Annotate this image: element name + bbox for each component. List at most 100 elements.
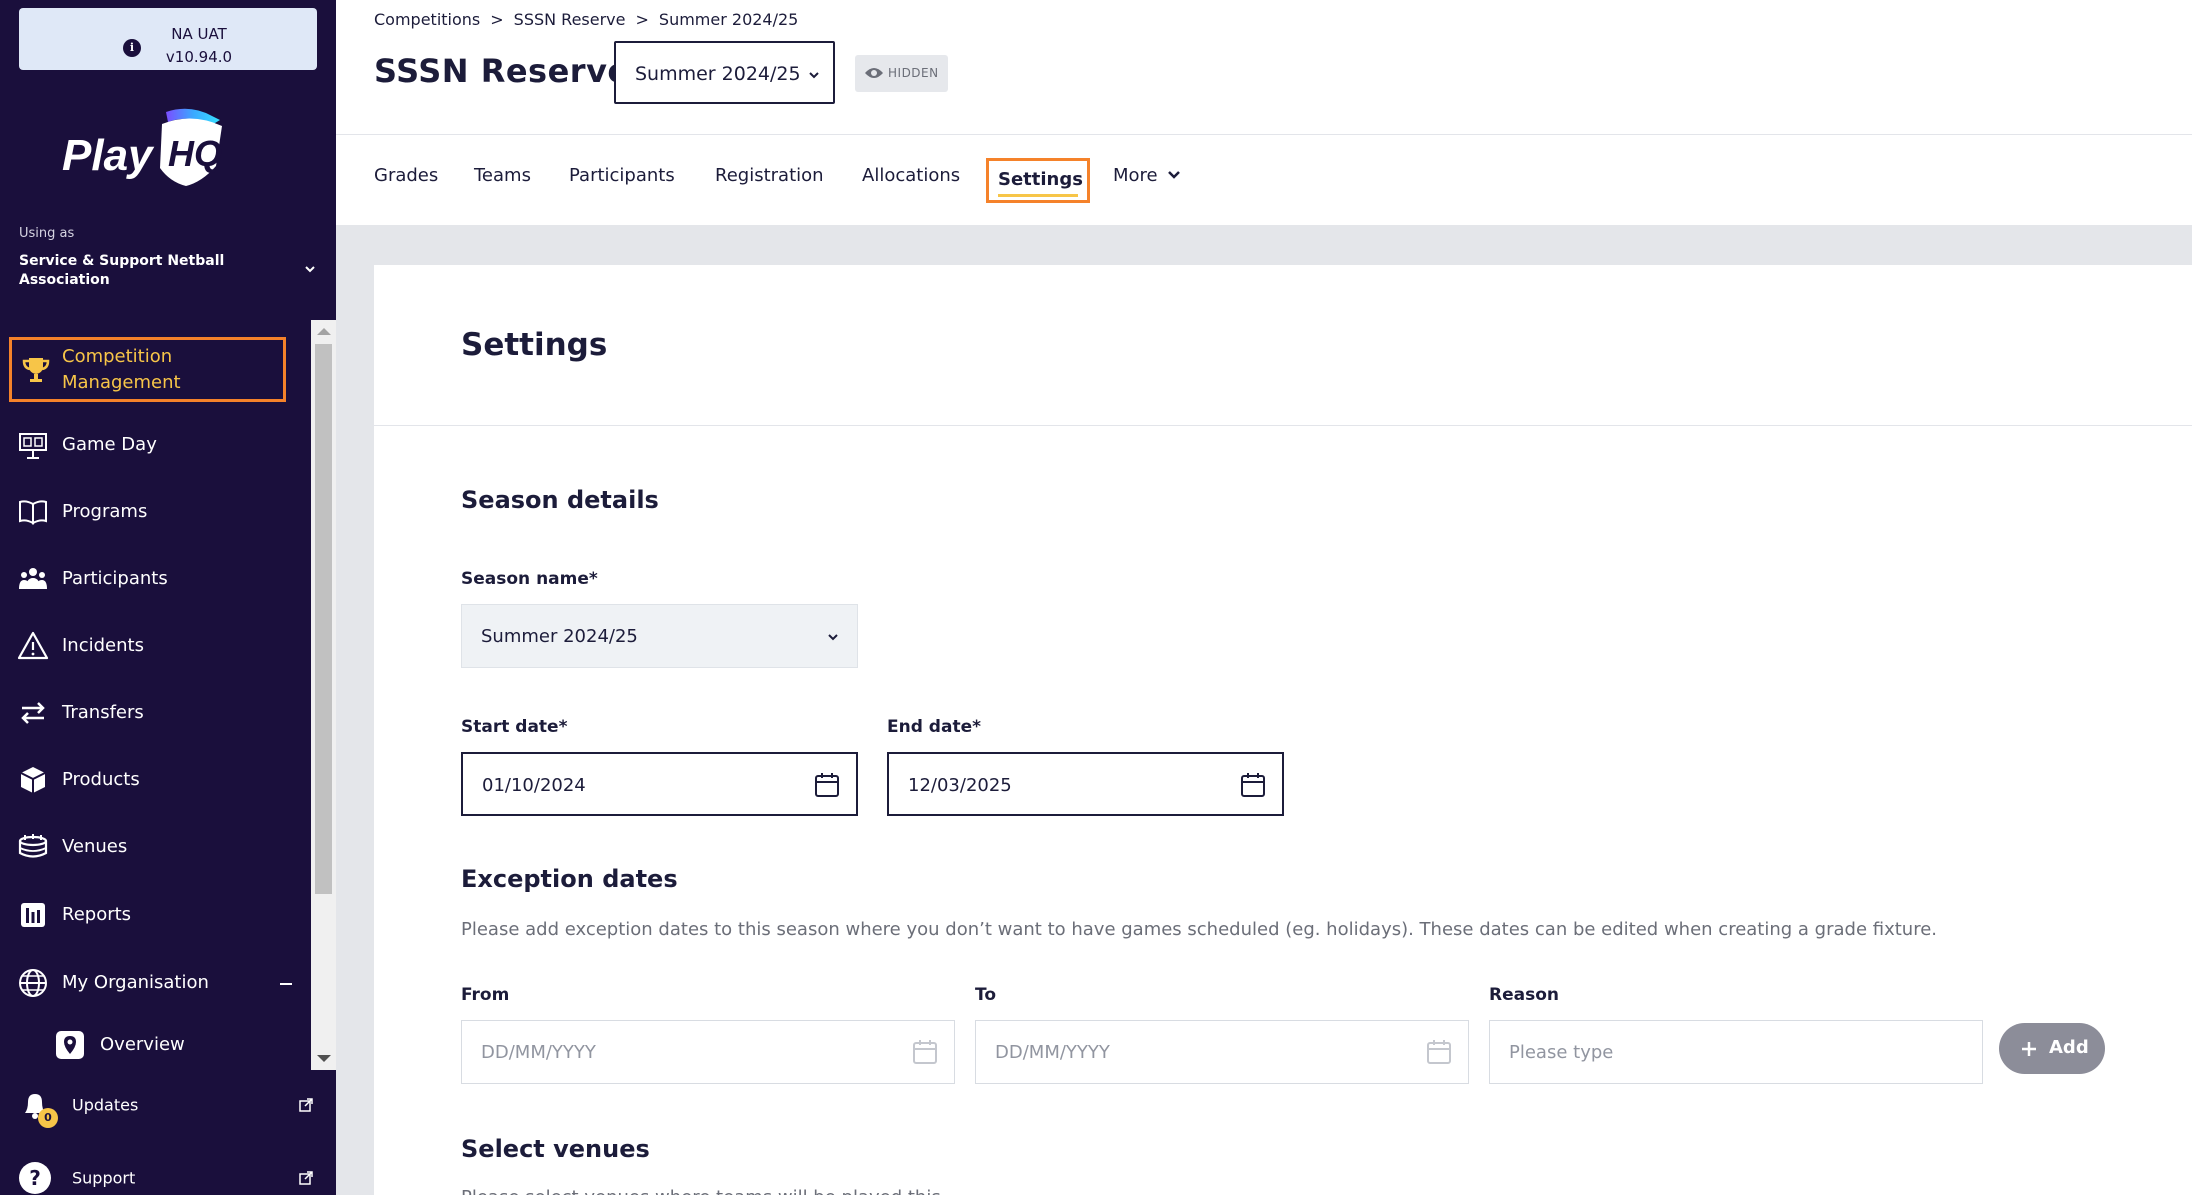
breadcrumb-competitions[interactable]: Competitions <box>374 10 480 29</box>
breadcrumb-season: Summer 2024/25 <box>658 10 799 29</box>
sidebar-item-label: Programs <box>62 501 148 522</box>
chevron-down-icon[interactable] <box>1166 169 1182 181</box>
sidebar-item-incidents[interactable]: Incidents <box>0 616 310 676</box>
visibility-badge-label: HIDDEN <box>888 66 939 80</box>
open-in-new-icon <box>299 1098 313 1112</box>
exception-dates-heading: Exception dates <box>461 865 678 893</box>
to-date-placeholder: DD/MM/YYYY <box>995 1042 1110 1063</box>
transfer-arrows-icon <box>21 702 45 724</box>
start-date-label: Start date* <box>461 717 568 737</box>
support-label: Support <box>72 1168 136 1188</box>
tab-more[interactable]: More <box>1113 165 1158 186</box>
sidebar-item-programs[interactable]: Programs <box>0 482 310 542</box>
exception-dates-description: Please add exception dates to this seaso… <box>461 919 1937 940</box>
sidebar-item-competition-management[interactable]: Competition Management <box>9 337 286 402</box>
sidebar-item-label: Participants <box>62 568 168 589</box>
add-exception-button[interactable]: Add <box>1999 1023 2105 1074</box>
trophy-icon <box>22 357 50 382</box>
organisation-name[interactable]: Service & Support Netball Association <box>19 252 269 290</box>
start-date-field[interactable]: 01/10/2024 <box>461 752 858 816</box>
end-date-field[interactable]: 12/03/2025 <box>887 752 1284 816</box>
chevron-down-icon <box>828 634 838 641</box>
from-date-placeholder: DD/MM/YYYY <box>481 1042 596 1063</box>
sidebar-item-label: Competition Management <box>62 345 181 393</box>
to-label: To <box>975 985 997 1005</box>
sidebar-item-label: Incidents <box>62 635 144 656</box>
tab-settings[interactable]: Settings <box>986 158 1090 203</box>
from-date-field[interactable]: DD/MM/YYYY <box>461 1020 955 1084</box>
sidebar-item-my-organisation[interactable]: My Organisation <box>0 953 310 1013</box>
environment-version: v10.94.0 <box>165 48 233 66</box>
warning-icon <box>17 631 49 660</box>
scroll-up-arrow-icon[interactable] <box>317 328 331 335</box>
tab-bar: Grades Teams Participants Registration A… <box>336 135 2192 225</box>
main-content: Competitions > SSSN Reserve > Summer 202… <box>336 0 2192 1195</box>
report-icon <box>21 903 45 927</box>
svg-text:?: ? <box>29 1166 41 1190</box>
tab-participants[interactable]: Participants <box>569 165 675 186</box>
calendar-icon[interactable] <box>813 771 841 799</box>
sidebar-item-transfers[interactable]: Transfers <box>0 683 310 743</box>
sidebar-item-label: Venues <box>62 836 128 857</box>
using-as-label: Using as <box>19 226 75 241</box>
breadcrumb-competition[interactable]: SSSN Reserve <box>514 10 626 29</box>
open-in-new-icon <box>299 1171 313 1185</box>
end-date-value: 12/03/2025 <box>908 775 1012 796</box>
season-details-heading: Season details <box>461 486 659 514</box>
tab-teams[interactable]: Teams <box>474 165 531 186</box>
season-selector[interactable]: Summer 2024/25 <box>614 41 835 104</box>
sidebar-item-overview[interactable]: Overview <box>0 1015 310 1075</box>
sidebar-item-participants[interactable]: Participants <box>0 549 310 609</box>
reason-input[interactable]: Please type <box>1489 1020 1983 1084</box>
scroll-down-arrow-icon[interactable] <box>317 1055 331 1062</box>
season-name-select[interactable]: Summer 2024/25 <box>461 604 858 668</box>
tab-allocations[interactable]: Allocations <box>862 165 960 186</box>
sidebar-item-reports[interactable]: Reports <box>0 885 310 945</box>
select-venues-description: Please select venues where teams will be… <box>461 1187 941 1195</box>
svg-text:Play: Play <box>62 131 155 180</box>
tab-registration[interactable]: Registration <box>715 165 824 186</box>
sidebar-item-support[interactable]: ? Support <box>0 1153 336 1195</box>
sidebar-item-label: Reports <box>62 904 132 925</box>
season-name-value: Summer 2024/25 <box>481 626 638 647</box>
season-selector-value: Summer 2024/25 <box>635 63 801 85</box>
eye-icon <box>865 68 883 78</box>
breadcrumb: Competitions > SSSN Reserve > Summer 202… <box>374 10 798 29</box>
sidebar-item-label: Overview <box>100 1034 185 1055</box>
reason-placeholder: Please type <box>1509 1042 1614 1063</box>
select-venues-heading: Select venues <box>461 1135 650 1163</box>
sidebar-item-products[interactable]: Products <box>0 750 310 810</box>
updates-count-badge: 0 <box>38 1108 58 1128</box>
sidebar-item-venues[interactable]: Venues <box>0 817 310 877</box>
end-date-label: End date* <box>887 717 981 737</box>
visibility-badge: HIDDEN <box>855 55 948 92</box>
season-name-label: Season name* <box>461 569 598 589</box>
breadcrumb-separator: > <box>635 10 649 29</box>
sidebar: i NA UAT v10.94.0 Play HQ Using as Servi… <box>0 0 336 1195</box>
chevron-down-icon[interactable] <box>303 262 317 276</box>
calendar-icon[interactable] <box>1239 771 1267 799</box>
tab-settings-label: Settings <box>998 169 1083 190</box>
collapse-icon[interactable] <box>280 983 292 985</box>
sidebar-item-label: Products <box>62 769 140 790</box>
sidebar-item-label: Game Day <box>62 434 157 455</box>
from-label: From <box>461 985 510 1005</box>
reason-label: Reason <box>1489 985 1559 1005</box>
page-title: SSSN Reserve <box>374 52 630 90</box>
info-icon: i <box>123 39 141 57</box>
boxes-icon <box>20 767 46 793</box>
updates-label: Updates <box>72 1095 139 1115</box>
environment-name: NA UAT <box>171 25 227 43</box>
scrollbar-thumb[interactable] <box>315 344 332 894</box>
start-date-value: 01/10/2024 <box>482 775 586 796</box>
sidebar-item-game-day[interactable]: Game Day <box>0 415 310 475</box>
tab-grades[interactable]: Grades <box>374 165 438 186</box>
calendar-icon[interactable] <box>1425 1038 1453 1066</box>
environment-box: i NA UAT v10.94.0 <box>19 8 317 70</box>
sidebar-scrollbar[interactable] <box>311 320 336 1070</box>
scoreboard-icon <box>19 433 47 459</box>
playhq-logo[interactable]: Play HQ <box>62 106 252 190</box>
calendar-icon[interactable] <box>911 1038 939 1066</box>
to-date-field[interactable]: DD/MM/YYYY <box>975 1020 1469 1084</box>
stadium-icon <box>18 834 48 858</box>
